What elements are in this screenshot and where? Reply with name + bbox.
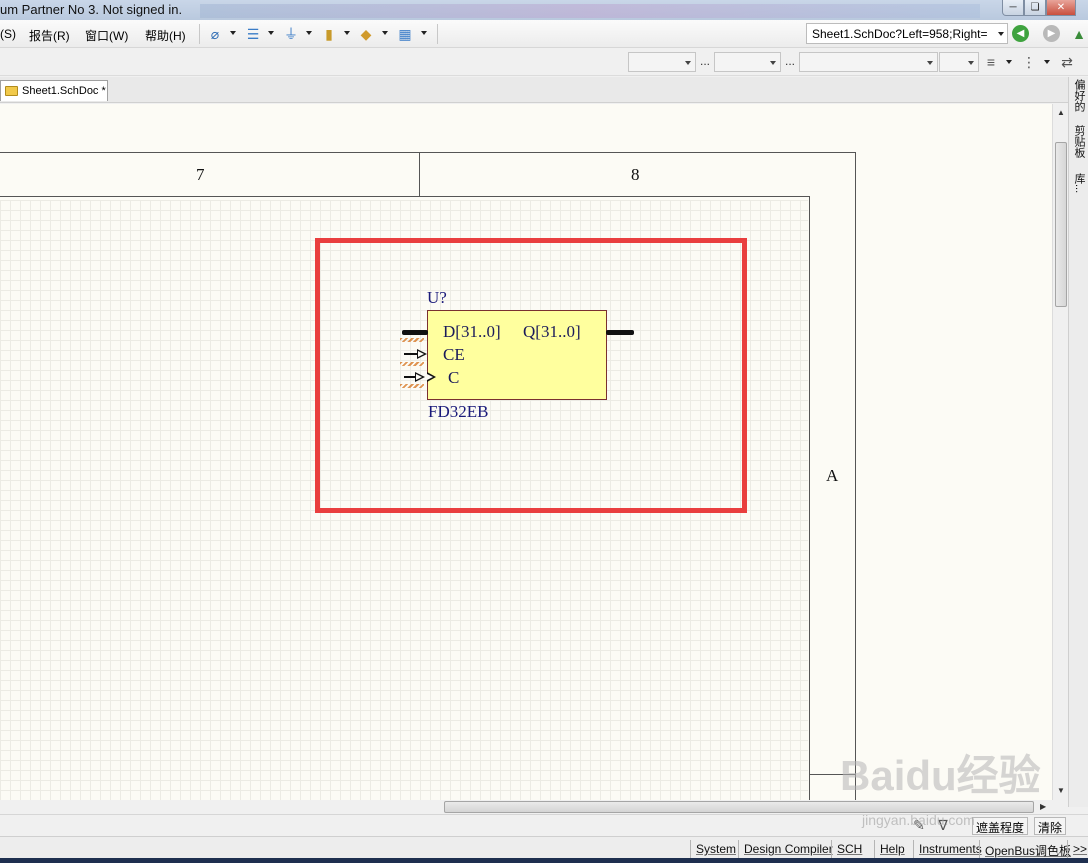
watermark-url: jingyan.baidu.com [862, 812, 975, 828]
zone-border-right [809, 196, 810, 800]
chevron-down-icon[interactable] [382, 31, 388, 35]
chevron-down-icon[interactable] [421, 31, 427, 35]
mask-level-button[interactable]: 遮盖程度 [972, 817, 1029, 835]
status-system[interactable]: System [690, 840, 741, 859]
pin-label-c: C [448, 368, 460, 387]
forward-icon[interactable]: ▶ [1043, 25, 1060, 42]
schematic-doc-icon [5, 86, 18, 96]
format-toolbar: ... ... ≡ ⋮ ⇄ [0, 48, 1088, 76]
status-design-compiler[interactable]: Design Compiler [738, 840, 838, 859]
address-dropdown-icon[interactable] [998, 32, 1004, 36]
scroll-up-icon[interactable]: ▲ [1057, 108, 1065, 117]
pin-d-bus[interactable] [402, 330, 428, 335]
pin-ce-arrow-icon [417, 349, 427, 359]
component-type[interactable]: FD32EB [428, 402, 488, 422]
dotted-lines-icon[interactable]: ⋮ [1020, 53, 1038, 71]
zone-label-8: 8 [631, 165, 640, 184]
grid-tool-icon[interactable]: ▦ [396, 25, 414, 43]
style-combo[interactable] [799, 52, 938, 72]
menu-item-reports[interactable]: 报告(R) [29, 27, 70, 44]
restore-icon[interactable]: ❏ [1024, 0, 1046, 16]
menu-item-help[interactable]: 帮助(H) [145, 27, 186, 44]
size-combo[interactable] [714, 52, 781, 72]
diamond-tool-icon[interactable]: ◆ [357, 25, 375, 43]
tab-sheet1[interactable]: Sheet1.SchDoc * [0, 80, 108, 101]
pin-label-ce: CE [443, 345, 465, 364]
swap-icon[interactable]: ⇄ [1058, 53, 1076, 71]
document-tab-bar: Sheet1.SchDoc * [0, 77, 1068, 103]
chevron-down-icon[interactable] [268, 31, 274, 35]
tab-label: Sheet1.SchDoc * [22, 85, 106, 97]
taskbar-strip [0, 858, 1088, 863]
zone-border-top [0, 196, 810, 197]
error-squiggle [400, 338, 424, 342]
chart-tool-icon[interactable]: ⌀ [206, 25, 224, 43]
pin-q-bus[interactable] [606, 330, 634, 335]
lines-icon[interactable]: ≡ [982, 53, 1000, 71]
toolbar-separator [437, 24, 438, 44]
clock-indicator-icon [427, 372, 436, 382]
side-panel: 偏好的 剪贴板 库... [1068, 77, 1088, 807]
chevron-down-icon[interactable] [344, 31, 350, 35]
vertical-scrollbar[interactable]: ▲ ▼ [1052, 104, 1068, 800]
back-icon[interactable]: ◀ [1012, 25, 1029, 42]
chevron-down-icon[interactable] [306, 31, 312, 35]
schematic-canvas[interactable]: 7 8 A U? D[31..0] Q[31..0] CE C FD32EB [0, 104, 1052, 800]
more-icon[interactable]: ... [785, 54, 795, 68]
status-instruments[interactable]: Instruments [913, 840, 987, 859]
address-field[interactable]: Sheet1.SchDoc?Left=958;Right= [806, 23, 1008, 44]
side-tab-clipboard[interactable]: 剪贴板 [1071, 125, 1087, 158]
align-tool-icon[interactable]: ☰ [244, 25, 262, 43]
chevron-down-icon[interactable] [1006, 60, 1012, 64]
watermark-logo: Baidu经验 [840, 752, 1041, 799]
pin-label-d: D[31..0] [443, 322, 501, 341]
scroll-right-icon[interactable]: ▶ [1040, 802, 1046, 811]
taskbar-blur [200, 4, 980, 18]
weight-combo[interactable] [939, 52, 979, 72]
window-controls: ─ ❏ ✕ [1002, 0, 1076, 16]
ground-power-icon[interactable]: ⏚ [282, 25, 300, 43]
component-designator[interactable]: U? [427, 288, 447, 308]
scroll-down-icon[interactable]: ▼ [1057, 786, 1065, 795]
status-openbus[interactable]: OpenBus调色板 [979, 840, 1076, 859]
font-combo[interactable] [628, 52, 696, 72]
status-sch[interactable]: SCH [831, 840, 867, 859]
menu-item-s[interactable]: (S) [0, 27, 16, 41]
menu-bar: (S) 报告(R) 窗口(W) 帮助(H) ⌀ ☰ ⏚ ▮ ◆ ▦ Sheet1… [0, 20, 1088, 48]
home-icon[interactable]: ▲ [1070, 25, 1088, 43]
sheet-border-top [0, 152, 856, 153]
status-more[interactable]: >> [1067, 840, 1088, 859]
close-icon[interactable]: ✕ [1046, 0, 1076, 16]
zone-divider [419, 152, 420, 196]
toolbar-separator [199, 24, 200, 44]
window-title: um Partner No 3. Not signed in. [0, 2, 183, 17]
sheet-border-right [855, 152, 856, 800]
side-tab-favorites[interactable]: 偏好的 [1071, 79, 1087, 112]
minimize-icon[interactable]: ─ [1002, 0, 1024, 16]
error-squiggle [400, 384, 424, 388]
pin-label-q: Q[31..0] [523, 322, 581, 341]
menu-item-window[interactable]: 窗口(W) [85, 27, 128, 44]
zone-label-7: 7 [196, 165, 205, 184]
status-help[interactable]: Help [874, 840, 910, 859]
clear-button[interactable]: 清除 [1034, 817, 1067, 835]
zone-label-a: A [826, 466, 839, 485]
title-bar: um Partner No 3. Not signed in. ─ ❏ ✕ [0, 0, 1088, 20]
part-tool-icon[interactable]: ▮ [320, 25, 338, 43]
chevron-down-icon[interactable] [1044, 60, 1050, 64]
chevron-down-icon[interactable] [230, 31, 236, 35]
pin-c-arrow-icon [415, 372, 425, 382]
vertical-scroll-thumb[interactable] [1055, 142, 1067, 307]
pin-ce[interactable] [404, 353, 418, 355]
error-squiggle [400, 362, 424, 366]
more-icon[interactable]: ... [700, 54, 710, 68]
side-tab-library[interactable]: 库... [1071, 173, 1087, 193]
